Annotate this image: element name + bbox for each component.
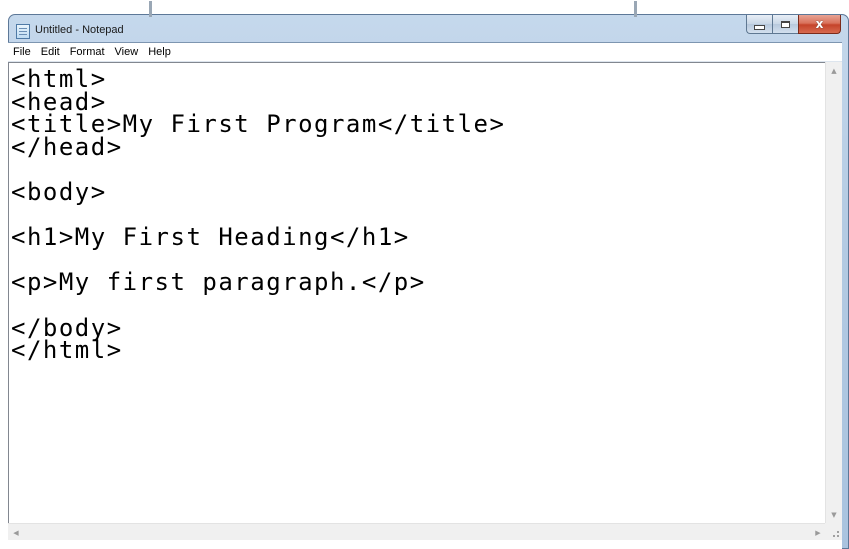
title-bar[interactable]: Untitled - Notepad x (9, 15, 848, 45)
menu-edit[interactable]: Edit (36, 43, 65, 61)
menu-help[interactable]: Help (143, 43, 176, 61)
client-area: File Edit Format View Help <html> <head>… (8, 42, 842, 549)
code-line: <body> (11, 177, 107, 206)
code-line: </html> (11, 336, 123, 365)
size-grip-icon[interactable] (825, 523, 842, 540)
code-line: </body> (11, 313, 123, 342)
editor-content: <html> <head> <title>My First Program</t… (9, 63, 826, 362)
scroll-right-icon[interactable]: ▶ (810, 524, 826, 541)
minimize-icon (754, 25, 765, 30)
code-line: <p>My first paragraph.</p> (11, 268, 426, 297)
code-line: </head> (11, 132, 123, 161)
horizontal-scrollbar[interactable]: ◀ ▶ (8, 523, 826, 540)
scroll-down-icon[interactable]: ▼ (826, 506, 842, 523)
text-editor[interactable]: <html> <head> <title>My First Program</t… (8, 62, 826, 523)
maximize-button[interactable] (772, 15, 798, 34)
close-button[interactable]: x (798, 15, 841, 34)
caption-buttons: x (746, 15, 841, 35)
scroll-up-icon[interactable]: ▲ (826, 62, 842, 79)
window-title: Untitled - Notepad (35, 24, 124, 36)
menu-file[interactable]: File (8, 43, 36, 61)
code-line: <html> (11, 65, 107, 93)
minimize-button[interactable] (746, 15, 772, 34)
menu-view[interactable]: View (110, 43, 144, 61)
scroll-left-icon[interactable]: ◀ (8, 524, 24, 541)
menu-format[interactable]: Format (65, 43, 110, 61)
close-icon: x (815, 17, 824, 31)
code-line: <title>My First Program</title> (11, 110, 506, 139)
vertical-scrollbar[interactable]: ▲ ▼ (825, 62, 842, 523)
menu-bar: File Edit Format View Help (8, 43, 842, 62)
code-line: <h1>My First Heading</h1> (11, 223, 410, 252)
notepad-icon[interactable] (16, 24, 30, 39)
maximize-icon (781, 20, 790, 28)
